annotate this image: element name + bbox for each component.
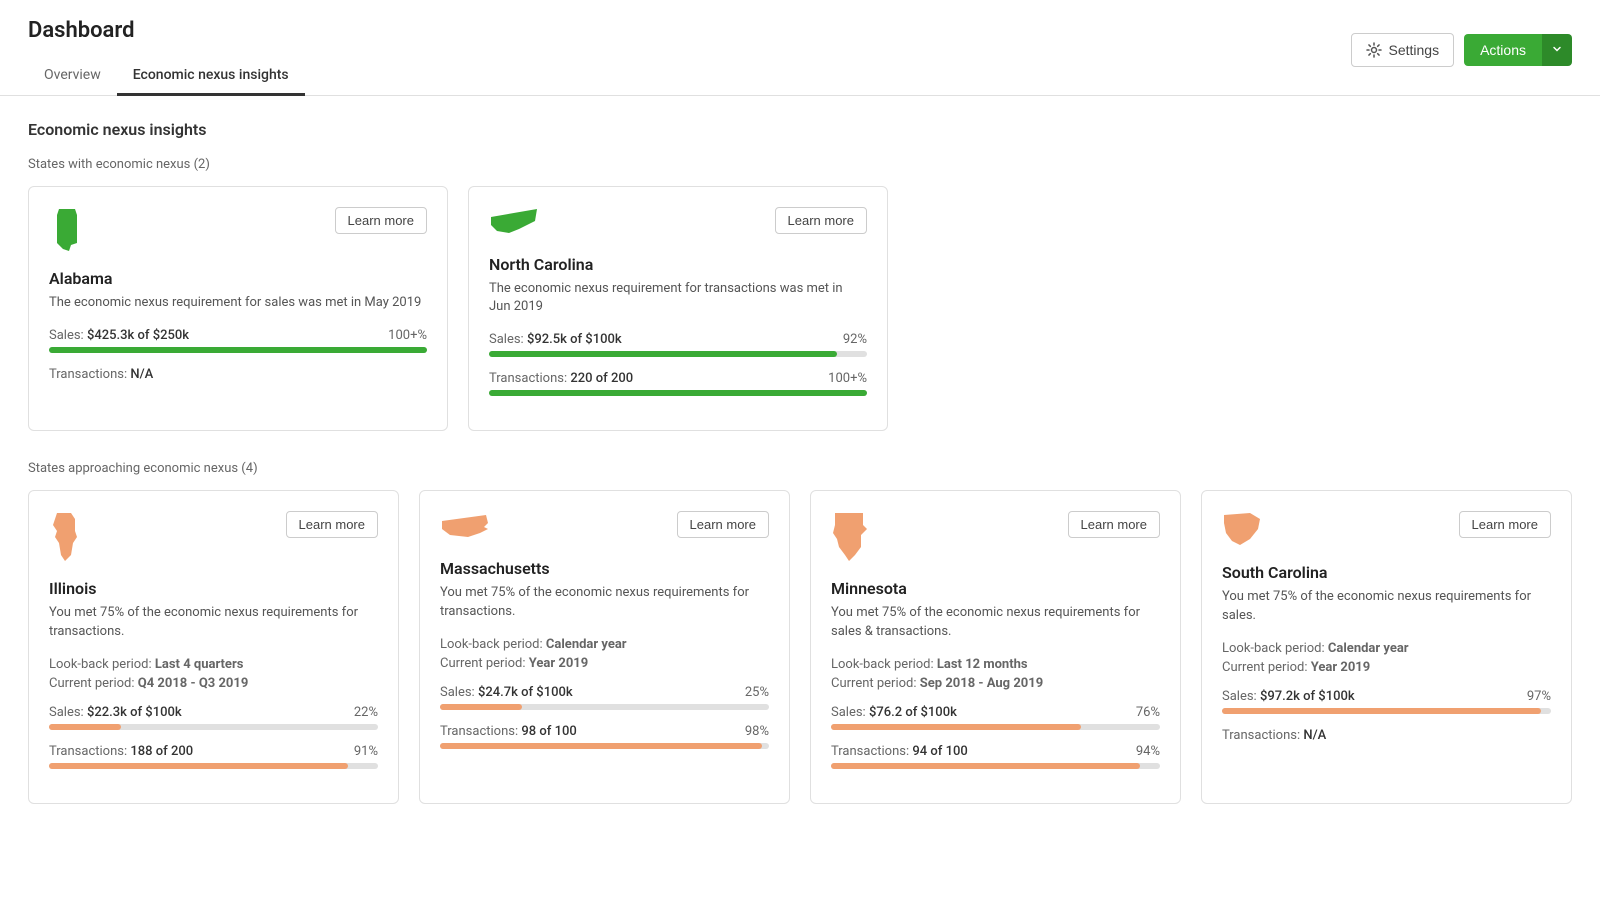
state-description: You met 75% of the economic nexus requir… bbox=[831, 604, 1160, 640]
sales-progress-bg bbox=[489, 351, 867, 357]
transactions-row: Transactions: N/A bbox=[1222, 728, 1551, 743]
lookback-row: Look-back period: Last 4 quarters bbox=[49, 657, 378, 672]
lookback-row: Look-back period: Calendar year bbox=[1222, 641, 1551, 656]
sales-progress-fill bbox=[49, 347, 427, 353]
sales-progress-bg bbox=[440, 704, 769, 710]
actions-dropdown-button[interactable] bbox=[1542, 34, 1572, 66]
card-header: Learn more bbox=[49, 207, 427, 255]
header-left: Dashboard Overview Economic nexus insigh… bbox=[28, 18, 305, 95]
learn-more-button[interactable]: Learn more bbox=[775, 207, 867, 234]
state-name: Illinois bbox=[49, 579, 378, 598]
lookback-row: Look-back period: Calendar year bbox=[440, 637, 769, 652]
card-header: Learn more bbox=[1222, 511, 1551, 549]
states-with-nexus-title: States with economic nexus (2) bbox=[28, 157, 1572, 172]
state-description: You met 75% of the economic nexus requir… bbox=[1222, 588, 1551, 624]
transactions-row: Transactions: 94 of 100 94% bbox=[831, 744, 1160, 759]
state-description: The economic nexus requirement for trans… bbox=[489, 280, 867, 316]
sales-row: Sales: $92.5k of $100k 92% bbox=[489, 332, 867, 347]
transactions-progress-fill bbox=[489, 390, 867, 396]
state-name: Massachusetts bbox=[440, 559, 769, 578]
state-name: North Carolina bbox=[489, 255, 867, 274]
sales-progress-fill bbox=[489, 351, 837, 357]
current-period-row: Current period: Sep 2018 - Aug 2019 bbox=[831, 676, 1160, 691]
sales-row: Sales: $76.2 of $100k 76% bbox=[831, 705, 1160, 720]
sales-progress-fill bbox=[831, 724, 1081, 730]
state-icon bbox=[1222, 511, 1262, 549]
current-period-row: Current period: Year 2019 bbox=[440, 656, 769, 671]
transactions-progress-bg bbox=[831, 763, 1160, 769]
states-with-nexus-cards: Learn more Alabama The economic nexus re… bbox=[28, 186, 1572, 431]
sales-progress-bg bbox=[49, 347, 427, 353]
actions-button-group: Actions bbox=[1464, 34, 1572, 66]
sales-progress-bg bbox=[49, 724, 378, 730]
state-description: You met 75% of the economic nexus requir… bbox=[49, 604, 378, 640]
sales-progress-fill bbox=[49, 724, 121, 730]
card-header: Learn more bbox=[489, 207, 867, 241]
transactions-row: Transactions: N/A bbox=[49, 367, 427, 382]
actions-main-button[interactable]: Actions bbox=[1464, 34, 1542, 66]
state-icon bbox=[440, 511, 490, 545]
transactions-row: Transactions: 98 of 100 98% bbox=[440, 724, 769, 739]
sales-row: Sales: $24.7k of $100k 25% bbox=[440, 685, 769, 700]
section-title: Economic nexus insights bbox=[28, 120, 1572, 139]
state-name: Alabama bbox=[49, 269, 427, 288]
state-icon bbox=[49, 207, 85, 255]
card-minnesota: Learn more Minnesota You met 75% of the … bbox=[810, 490, 1181, 803]
content: Economic nexus insights States with econ… bbox=[0, 96, 1600, 858]
sales-row: Sales: $97.2k of $100k 97% bbox=[1222, 689, 1551, 704]
card-massachusetts: Learn more Massachusetts You met 75% of … bbox=[419, 490, 790, 803]
states-approaching-cards: Learn more Illinois You met 75% of the e… bbox=[28, 490, 1572, 803]
chevron-down-icon bbox=[1552, 44, 1562, 54]
learn-more-button[interactable]: Learn more bbox=[677, 511, 769, 538]
state-icon bbox=[49, 511, 79, 565]
sales-progress-bg bbox=[831, 724, 1160, 730]
tab-economic-nexus[interactable]: Economic nexus insights bbox=[117, 57, 305, 96]
settings-button[interactable]: Settings bbox=[1351, 33, 1454, 67]
sales-progress-bg bbox=[1222, 708, 1551, 714]
learn-more-button[interactable]: Learn more bbox=[335, 207, 427, 234]
current-period-row: Current period: Year 2019 bbox=[1222, 660, 1551, 675]
state-name: South Carolina bbox=[1222, 563, 1551, 582]
tab-overview[interactable]: Overview bbox=[28, 57, 117, 96]
tabs: Overview Economic nexus insights bbox=[28, 57, 305, 95]
state-description: The economic nexus requirement for sales… bbox=[49, 294, 427, 312]
state-icon bbox=[831, 511, 867, 565]
learn-more-button[interactable]: Learn more bbox=[1459, 511, 1551, 538]
sales-row: Sales: $22.3k of $100k 22% bbox=[49, 705, 378, 720]
lookback-row: Look-back period: Last 12 months bbox=[831, 657, 1160, 672]
sales-progress-fill bbox=[440, 704, 522, 710]
transactions-progress-fill bbox=[440, 743, 762, 749]
card-header: Learn more bbox=[49, 511, 378, 565]
card-south-carolina: Learn more South Carolina You met 75% of… bbox=[1201, 490, 1572, 803]
settings-label: Settings bbox=[1388, 42, 1439, 58]
state-description: You met 75% of the economic nexus requir… bbox=[440, 584, 769, 620]
card-north-carolina: Learn more North Carolina The economic n… bbox=[468, 186, 888, 431]
page-wrapper: Dashboard Overview Economic nexus insigh… bbox=[0, 0, 1600, 900]
sales-row: Sales: $425.3k of $250k 100+% bbox=[49, 328, 427, 343]
learn-more-button[interactable]: Learn more bbox=[1068, 511, 1160, 538]
state-name: Minnesota bbox=[831, 579, 1160, 598]
header: Dashboard Overview Economic nexus insigh… bbox=[0, 0, 1600, 96]
card-alabama: Learn more Alabama The economic nexus re… bbox=[28, 186, 448, 431]
learn-more-button[interactable]: Learn more bbox=[286, 511, 378, 538]
transactions-row: Transactions: 220 of 200 100+% bbox=[489, 371, 867, 386]
transactions-progress-bg bbox=[49, 763, 378, 769]
current-period-row: Current period: Q4 2018 - Q3 2019 bbox=[49, 676, 378, 691]
card-header: Learn more bbox=[831, 511, 1160, 565]
gear-icon bbox=[1366, 42, 1382, 58]
header-right: Settings Actions bbox=[1351, 33, 1572, 81]
transactions-progress-fill bbox=[831, 763, 1140, 769]
transactions-progress-bg bbox=[489, 390, 867, 396]
page-title: Dashboard bbox=[28, 18, 305, 43]
states-approaching-title: States approaching economic nexus (4) bbox=[28, 461, 1572, 476]
state-icon bbox=[489, 207, 539, 241]
sales-progress-fill bbox=[1222, 708, 1541, 714]
transactions-progress-bg bbox=[440, 743, 769, 749]
transactions-row: Transactions: 188 of 200 91% bbox=[49, 744, 378, 759]
transactions-progress-fill bbox=[49, 763, 348, 769]
card-illinois: Learn more Illinois You met 75% of the e… bbox=[28, 490, 399, 803]
card-header: Learn more bbox=[440, 511, 769, 545]
